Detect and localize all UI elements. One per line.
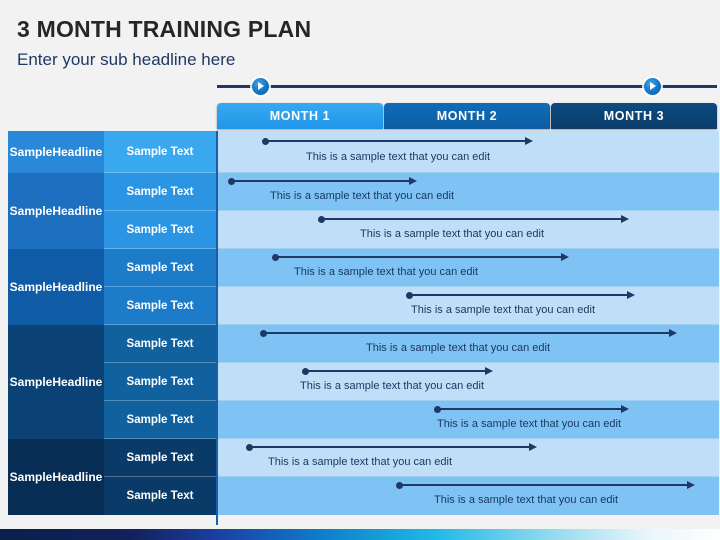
play-marker-end-icon[interactable] — [644, 78, 661, 95]
task-label: This is a sample text that you can edit — [300, 380, 485, 392]
subtask-column: Sample Text Sample Text Sample Text Sample … — [104, 131, 216, 525]
subtask-cell[interactable]: Sample Text — [104, 249, 216, 287]
timeline-row: This is a sample text that you can edit — [218, 401, 719, 439]
duration-arrow[interactable] — [302, 367, 493, 375]
timeline-row: This is a sample text that you can edit — [218, 211, 719, 249]
task-label: This is a sample text that you can edit — [437, 418, 622, 430]
tab-month-3[interactable]: MONTH 3 — [551, 103, 717, 129]
task-label: This is a sample text that you can edit — [306, 151, 491, 163]
task-label: This is a sample text that you can edit — [268, 456, 453, 468]
headline-cell: Sample Headline — [8, 249, 104, 325]
task-label: This is a sample text that you can edit — [294, 266, 479, 278]
headline-line: Headline — [52, 374, 103, 389]
headline-line: Sample — [9, 203, 53, 218]
headline-line: Headline — [52, 144, 103, 159]
duration-arrow[interactable] — [318, 215, 629, 223]
timeline-row: This is a sample text that you can edit — [218, 173, 719, 211]
headline-line: Sample — [9, 374, 53, 389]
page-title: 3 MONTH TRAINING PLAN — [17, 16, 312, 42]
timeline-row: This is a sample text that you can edit — [218, 325, 719, 363]
timeline-track: This is a sample text that you can edit T… — [216, 131, 719, 525]
task-label: This is a sample text that you can edit — [270, 190, 455, 202]
duration-arrow[interactable] — [396, 481, 695, 489]
play-marker-start-icon[interactable] — [252, 78, 269, 95]
tab-month-2[interactable]: MONTH 2 — [384, 103, 550, 129]
plan-grid: Sample Headline Sample Headline Sample Headli… — [8, 131, 719, 525]
headline-line: Headline — [52, 279, 103, 294]
slide-canvas: 3 MONTH TRAINING PLAN Enter your sub hea… — [0, 0, 720, 540]
task-label: This is a sample text that you can edit — [411, 304, 596, 316]
headline-line: Sample — [9, 469, 53, 484]
timeline-row: This is a sample text that you can edit — [218, 439, 719, 477]
task-label: This is a sample text that you can edit — [360, 228, 545, 240]
duration-arrow[interactable] — [434, 405, 629, 413]
headline-column: Sample Headline Sample Headline Sample Headli… — [8, 131, 104, 525]
headline-cell: Sample Headline — [8, 439, 104, 515]
subtask-cell[interactable]: Sample Text — [104, 211, 216, 249]
timeline-rail — [217, 85, 717, 88]
task-label: This is a sample text that you can edit — [366, 342, 551, 354]
duration-arrow[interactable] — [406, 291, 635, 299]
headline-line: Sample — [9, 279, 53, 294]
timeline-row: This is a sample text that you can edit — [218, 477, 719, 515]
subtask-cell[interactable]: Sample Text — [104, 439, 216, 477]
subtask-cell[interactable]: Sample Text — [104, 363, 216, 401]
duration-arrow[interactable] — [272, 253, 569, 261]
subtask-cell[interactable]: Sample Text — [104, 287, 216, 325]
headline-cell: Sample Headline — [8, 131, 104, 173]
subtask-cell[interactable]: Sample Text — [104, 173, 216, 211]
timeline-row: This is a sample text that you can edit — [218, 287, 719, 325]
page-subtitle: Enter your sub headline here — [17, 50, 236, 69]
subtask-cell[interactable]: Sample Text — [104, 401, 216, 439]
duration-arrow[interactable] — [262, 137, 533, 145]
subtask-cell[interactable]: Sample Text — [104, 325, 216, 363]
duration-arrow[interactable] — [260, 329, 677, 337]
duration-arrow[interactable] — [246, 443, 537, 451]
timeline-row: This is a sample text that you can edit — [218, 249, 719, 287]
headline-line: Sample — [9, 144, 53, 159]
timeline-row: This is a sample text that you can edit — [218, 131, 719, 173]
tab-month-1[interactable]: MONTH 1 — [217, 103, 383, 129]
headline-cell: Sample Headline — [8, 173, 104, 249]
timeline-row: This is a sample text that you can edit — [218, 363, 719, 401]
subtask-cell[interactable]: Sample Text — [104, 477, 216, 515]
month-tabs: MONTH 1 MONTH 2 MONTH 3 — [217, 103, 717, 129]
duration-arrow[interactable] — [228, 177, 417, 185]
task-label: This is a sample text that you can edit — [434, 494, 619, 506]
subtask-cell[interactable]: Sample Text — [104, 131, 216, 173]
headline-line: Headline — [52, 469, 103, 484]
headline-line: Headline — [52, 203, 103, 218]
headline-cell: Sample Headline — [8, 325, 104, 439]
footer-gradient-bar — [0, 529, 720, 540]
